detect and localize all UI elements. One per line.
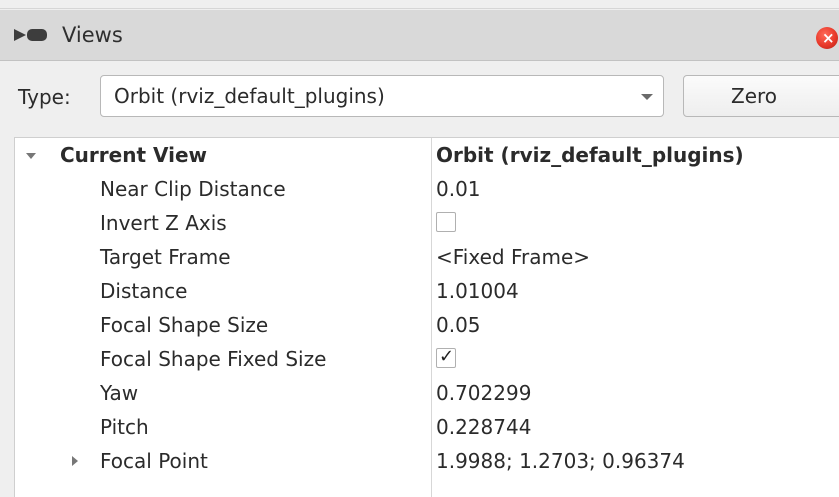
type-label: Type:	[18, 85, 71, 109]
property-value: Orbit (rviz_default_plugins)	[436, 143, 744, 167]
view-type-bar: Type: Orbit (rviz_default_plugins) Zero	[0, 61, 839, 131]
tree-row-focal-shape-size[interactable]: Focal Shape Size 0.05	[15, 308, 839, 342]
expand-arrow-icon[interactable]	[26, 153, 36, 159]
top-border	[0, 0, 839, 9]
property-name: Invert Z Axis	[100, 211, 227, 235]
property-value[interactable]: 0.228744	[436, 414, 531, 440]
property-name: Focal Shape Size	[100, 313, 269, 337]
chevron-down-icon	[641, 94, 653, 100]
tree-row-pitch[interactable]: Pitch 0.228744	[15, 410, 839, 444]
tree-row-target-frame[interactable]: Target Frame <Fixed Frame>	[15, 240, 839, 274]
property-name: Yaw	[100, 381, 139, 405]
zero-button[interactable]: Zero	[683, 75, 839, 117]
property-value[interactable]: 0.05	[436, 312, 481, 338]
focal-shape-fixed-size-checkbox[interactable]: ✓	[436, 346, 456, 368]
view-type-selected-value: Orbit (rviz_default_plugins)	[114, 84, 385, 108]
tree-row-distance[interactable]: Distance 1.01004	[15, 274, 839, 308]
tree-row-focal-shape-fixed-size[interactable]: Focal Shape Fixed Size ✓	[15, 342, 839, 376]
views-panel: Views × Type: Orbit (rviz_default_plugin…	[0, 0, 839, 497]
property-value[interactable]: 0.01	[436, 176, 481, 202]
view-properties-tree: Current View Orbit (rviz_default_plugins…	[14, 137, 839, 497]
tree-row-invert-z-axis[interactable]: Invert Z Axis	[15, 206, 839, 240]
property-name: Pitch	[100, 415, 149, 439]
property-name: Distance	[100, 279, 188, 303]
property-name: Focal Point	[100, 449, 208, 473]
invert-z-axis-checkbox[interactable]	[436, 212, 456, 232]
close-icon[interactable]: ×	[816, 27, 838, 49]
property-value[interactable]: 1.9988; 1.2703; 0.96374	[436, 448, 685, 474]
property-name: Near Clip Distance	[100, 177, 286, 201]
tree-row-current-view[interactable]: Current View Orbit (rviz_default_plugins…	[15, 138, 839, 172]
view-type-select[interactable]: Orbit (rviz_default_plugins)	[100, 75, 664, 117]
checkmark-icon: ✓	[439, 346, 455, 367]
zero-button-label: Zero	[731, 84, 778, 108]
views-panel-icon	[14, 29, 47, 41]
tree-row-near-clip-distance[interactable]: Near Clip Distance 0.01	[15, 172, 839, 206]
property-value[interactable]: <Fixed Frame>	[436, 244, 590, 270]
tree-row-focal-point[interactable]: Focal Point 1.9988; 1.2703; 0.96374	[15, 444, 839, 478]
property-name: Target Frame	[100, 245, 231, 269]
property-value[interactable]: 0.702299	[436, 380, 531, 406]
panel-title: Views	[62, 23, 123, 47]
panel-titlebar[interactable]: Views ×	[0, 10, 839, 61]
property-name: Focal Shape Fixed Size	[100, 347, 327, 371]
property-value[interactable]: 1.01004	[436, 278, 519, 304]
collapse-arrow-icon[interactable]	[72, 456, 78, 466]
property-name: Current View	[60, 143, 207, 167]
tree-row-yaw[interactable]: Yaw 0.702299	[15, 376, 839, 410]
